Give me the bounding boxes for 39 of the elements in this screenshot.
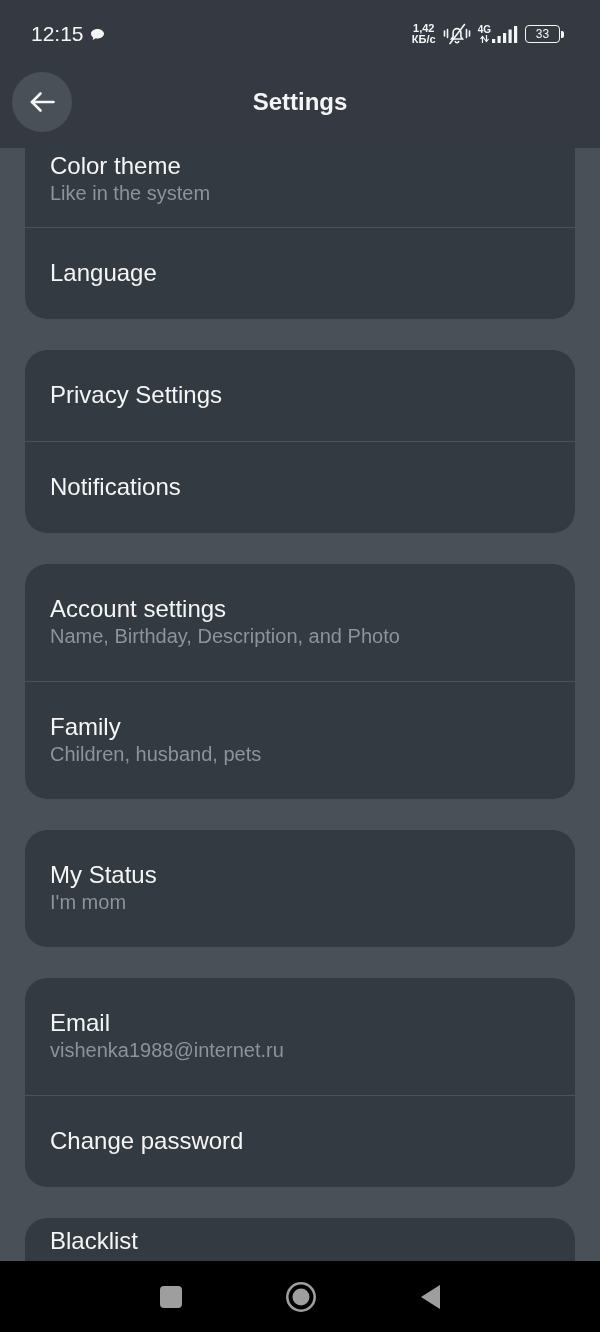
data-arrows-icon bbox=[479, 35, 489, 43]
network-type: 4G bbox=[477, 25, 491, 35]
clock-time: 12:15 bbox=[31, 22, 84, 46]
item-title: Color theme bbox=[50, 152, 181, 180]
page-title: Settings bbox=[252, 87, 348, 117]
item-subtitle: vishenka1988@internet.ru bbox=[50, 1038, 284, 1063]
battery-percent: 33 bbox=[535, 28, 550, 40]
settings-item[interactable]: Change password bbox=[25, 1095, 575, 1187]
settings-item[interactable]: Notifications bbox=[25, 441, 575, 533]
settings-item[interactable]: Privacy Settings bbox=[25, 350, 575, 441]
bell-slash-icon bbox=[442, 23, 471, 45]
square-icon[interactable] bbox=[159, 1285, 182, 1308]
settings-item[interactable]: Color theme Like in the system bbox=[25, 148, 575, 227]
signal-bars-icon bbox=[492, 26, 518, 43]
item-title: Notifications bbox=[50, 473, 181, 501]
item-title: My Status bbox=[50, 861, 157, 889]
back-triangle-icon[interactable] bbox=[419, 1283, 441, 1310]
item-subtitle: I'm mom bbox=[50, 890, 127, 915]
item-title: Family bbox=[50, 713, 121, 741]
settings-item[interactable]: Family Children, husband, pets bbox=[25, 681, 575, 799]
item-title: Change password bbox=[50, 1127, 244, 1155]
settings-item[interactable]: Language bbox=[25, 227, 575, 319]
speed-unit: КБ/с bbox=[411, 34, 436, 45]
item-subtitle: Children, husband, pets bbox=[50, 742, 262, 767]
settings-item[interactable]: Email vishenka1988@internet.ru bbox=[25, 978, 575, 1095]
settings-item[interactable]: My Status I'm mom bbox=[25, 830, 575, 947]
item-subtitle: Name, Birthday, Description, and Photo bbox=[50, 624, 400, 649]
arrow-left-icon bbox=[29, 92, 55, 112]
settings-item[interactable]: Account settings Name, Birthday, Description, and Photo bbox=[25, 564, 575, 681]
home-ring-icon[interactable] bbox=[285, 1281, 316, 1312]
settings-item[interactable]: Blacklist bbox=[25, 1218, 575, 1258]
item-title: Blacklist bbox=[50, 1227, 139, 1255]
item-title: Privacy Settings bbox=[50, 381, 223, 409]
item-title: Email bbox=[50, 1009, 110, 1037]
speed-value: 1,42 bbox=[413, 23, 435, 34]
item-subtitle: Like in the system bbox=[50, 181, 211, 206]
chat-bubble-icon bbox=[89, 27, 105, 41]
item-title: Account settings bbox=[50, 595, 227, 623]
item-title: Language bbox=[50, 259, 157, 287]
